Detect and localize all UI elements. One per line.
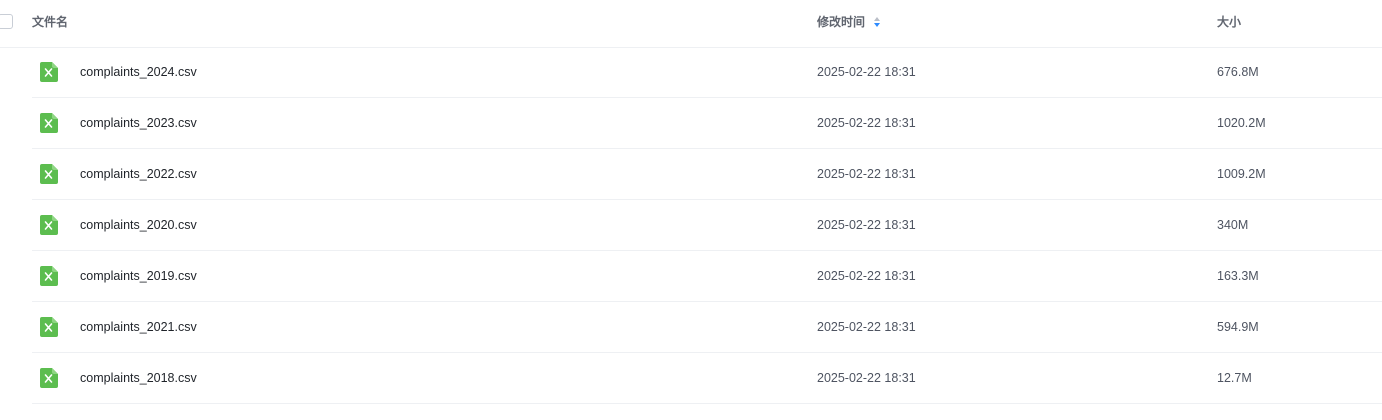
file-size: 1009.2M: [1217, 167, 1266, 181]
excel-csv-icon: [40, 113, 58, 133]
column-header-mtime[interactable]: 修改时间: [817, 15, 865, 29]
file-list-table: 文件名 修改时间 大小 complaints_2024.csv 2025-02-…: [0, 0, 1382, 420]
table-row[interactable]: complaints_2018.csv 2025-02-22 18:31 12.…: [32, 353, 1382, 404]
file-name[interactable]: complaints_2019.csv: [80, 269, 197, 283]
file-name[interactable]: complaints_2022.csv: [80, 167, 197, 181]
file-modified-time: 2025-02-22 18:31: [817, 371, 916, 385]
table-row[interactable]: complaints_2024.csv 2025-02-22 18:31 676…: [32, 47, 1382, 98]
column-header-name[interactable]: 文件名: [32, 15, 68, 29]
excel-csv-icon: [40, 164, 58, 184]
file-modified-time: 2025-02-22 18:31: [817, 218, 916, 232]
select-all-checkbox[interactable]: [0, 14, 13, 29]
sort-caret-icon[interactable]: [873, 16, 881, 28]
file-size: 594.9M: [1217, 320, 1259, 334]
file-modified-time: 2025-02-22 18:31: [817, 269, 916, 283]
file-modified-time: 2025-02-22 18:31: [817, 320, 916, 334]
file-name[interactable]: complaints_2020.csv: [80, 218, 197, 232]
table-row[interactable]: complaints_2023.csv 2025-02-22 18:31 102…: [32, 98, 1382, 149]
excel-csv-icon: [40, 215, 58, 235]
file-modified-time: 2025-02-22 18:31: [817, 116, 916, 130]
table-row[interactable]: complaints_2022.csv 2025-02-22 18:31 100…: [32, 149, 1382, 200]
excel-csv-icon: [40, 368, 58, 388]
file-size: 340M: [1217, 218, 1249, 232]
file-size: 12.7M: [1217, 371, 1252, 385]
file-name[interactable]: complaints_2021.csv: [80, 320, 197, 334]
table-header: 文件名 修改时间 大小: [0, 0, 1382, 48]
table-row[interactable]: complaints_2020.csv 2025-02-22 18:31 340…: [32, 200, 1382, 251]
table-row[interactable]: complaints_2019.csv 2025-02-22 18:31 163…: [32, 251, 1382, 302]
file-modified-time: 2025-02-22 18:31: [817, 167, 916, 181]
excel-csv-icon: [40, 62, 58, 82]
excel-csv-icon: [40, 266, 58, 286]
file-size: 1020.2M: [1217, 116, 1266, 130]
column-header-size[interactable]: 大小: [1217, 15, 1241, 29]
file-name[interactable]: complaints_2023.csv: [80, 116, 197, 130]
table-row[interactable]: complaints_2021.csv 2025-02-22 18:31 594…: [32, 302, 1382, 353]
file-name[interactable]: complaints_2024.csv: [80, 65, 197, 79]
file-modified-time: 2025-02-22 18:31: [817, 65, 916, 79]
file-size: 676.8M: [1217, 65, 1259, 79]
file-size: 163.3M: [1217, 269, 1259, 283]
file-name[interactable]: complaints_2018.csv: [80, 371, 197, 385]
excel-csv-icon: [40, 317, 58, 337]
